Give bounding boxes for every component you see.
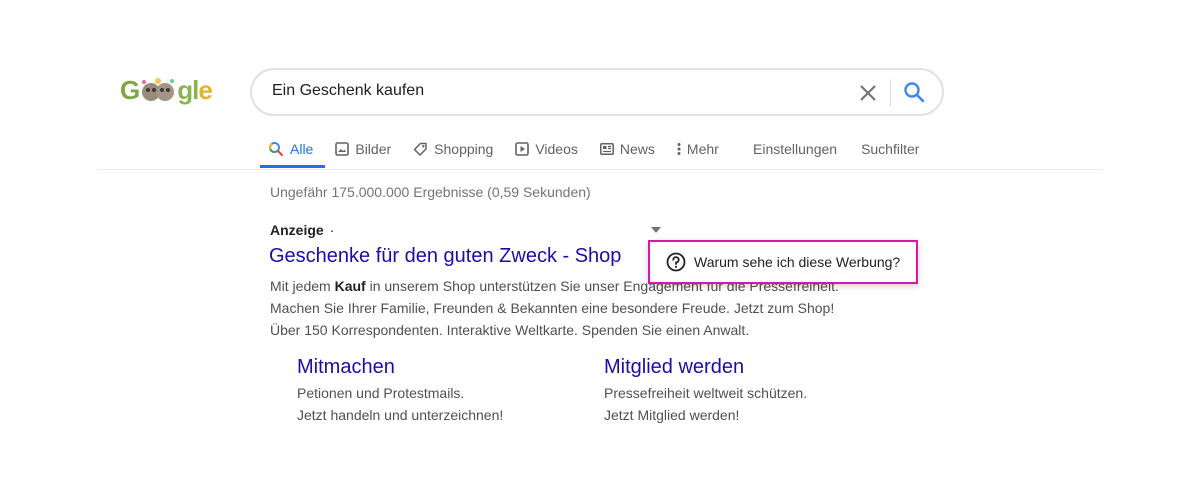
why-this-ad-menu-item[interactable]: Warum sehe ich diese Werbung? <box>648 240 918 284</box>
ad-title-link[interactable]: Geschenke für den guten Zweck - Shop <box>269 245 621 268</box>
logo-letters-gl: gl <box>177 74 199 105</box>
sitelink-desc: Pressefreiheit weltweit schützen. <box>604 385 808 401</box>
tools-link[interactable]: Suchfilter <box>861 141 919 157</box>
search-divider <box>890 79 891 107</box>
nav-divider <box>97 169 1103 170</box>
search-icon <box>269 142 283 156</box>
sitelink-desc: Petionen und Protestmails. <box>297 385 465 401</box>
caret-down-icon[interactable] <box>651 227 661 233</box>
ad-label: Anzeige <box>270 222 324 238</box>
ad-desc-line-3: Über 150 Korrespondenten. Interaktive We… <box>270 322 750 338</box>
search-tabs: Alle Bilder Shopping Videos News Mehr <box>258 130 731 168</box>
sitelink-desc: Jetzt Mitglied werden! <box>604 407 740 423</box>
tab-videos-label: Videos <box>535 141 578 157</box>
tab-images[interactable]: Bilder <box>325 130 403 168</box>
play-icon <box>515 142 530 156</box>
help-icon <box>666 252 686 272</box>
tab-news[interactable]: News <box>590 130 667 168</box>
more-vert-icon <box>677 143 681 155</box>
sitelink-mitmachen: Mitmachen Petionen und Protestmails. Jet… <box>297 356 577 426</box>
ad-desc-text: Mit jedem <box>270 278 335 294</box>
news-icon <box>599 143 614 155</box>
tab-all-label: Alle <box>290 141 314 157</box>
ad-description: Mit jedem Kauf in unserem Shop unterstüt… <box>270 275 870 341</box>
tab-shopping-label: Shopping <box>434 141 494 157</box>
image-icon <box>335 142 350 156</box>
ad-desc-line-2: Machen Sie Ihrer Familie, Freunden & Bek… <box>270 300 835 316</box>
sitelink-mitglied-werden: Mitglied werden Pressefreiheit weltweit … <box>604 356 884 426</box>
doodle-icon <box>140 76 176 104</box>
google-logo[interactable]: G gl e <box>120 74 213 106</box>
ad-desc-keyword: Kauf <box>334 278 366 294</box>
ad-separator: · <box>329 222 335 238</box>
logo-letter-e: e <box>198 74 213 105</box>
search-box[interactable]: Ein Geschenk kaufen <box>250 68 944 116</box>
search-settings-bar: Einstellungen Suchfilter <box>753 130 943 168</box>
tag-icon <box>413 142 427 156</box>
search-icon[interactable] <box>902 80 926 104</box>
why-this-ad-label: Warum sehe ich diese Werbung? <box>694 254 901 270</box>
result-stats: Ungefähr 175.000.000 Ergebnisse (0,59 Se… <box>270 184 591 200</box>
ad-label-row: Anzeige · <box>270 222 334 238</box>
settings-link[interactable]: Einstellungen <box>753 141 837 157</box>
sitelink-title[interactable]: Mitmachen <box>297 356 577 382</box>
tab-images-label: Bilder <box>355 141 392 157</box>
logo-letter-g: G <box>120 74 140 105</box>
tab-shopping[interactable]: Shopping <box>403 130 505 168</box>
close-icon[interactable] <box>856 81 880 105</box>
search-input[interactable]: Ein Geschenk kaufen <box>272 82 424 100</box>
tab-more-label: Mehr <box>686 141 719 157</box>
sitelink-desc: Jetzt handeln und unterzeichnen! <box>297 407 504 423</box>
tab-all[interactable]: Alle <box>258 130 326 168</box>
tab-videos[interactable]: Videos <box>505 130 590 168</box>
tab-more[interactable]: Mehr <box>667 130 731 168</box>
tab-news-label: News <box>619 141 655 157</box>
sitelink-title[interactable]: Mitglied werden <box>604 356 884 382</box>
